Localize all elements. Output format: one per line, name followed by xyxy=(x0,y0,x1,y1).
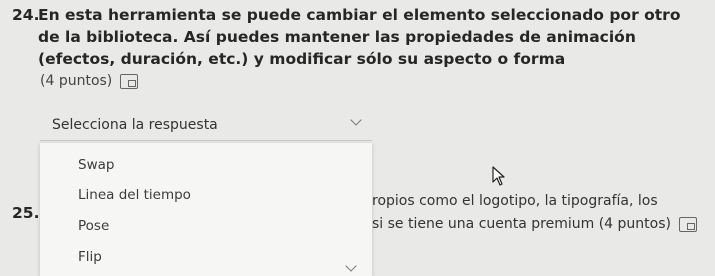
question-25-text-line1: ropios como el logotipo, la tipografía, … xyxy=(372,193,658,209)
question-text: En esta herramienta se puede cambiar el … xyxy=(38,6,681,68)
question-24-points: (4 puntos) xyxy=(40,73,139,89)
option-linea-del-tiempo[interactable]: Linea del tiempo xyxy=(78,187,191,203)
option-swap[interactable]: Swap xyxy=(78,157,114,173)
mouse-pointer-icon xyxy=(492,166,505,186)
chevron-down-icon[interactable] xyxy=(350,114,362,126)
option-flip[interactable]: Flip xyxy=(78,249,102,265)
question-25-text-line2-label: si se tiene una cuenta premium (4 puntos… xyxy=(372,216,671,232)
question-25-number: 25. xyxy=(12,204,40,222)
immersive-reader-icon[interactable] xyxy=(678,216,697,232)
option-pose[interactable]: Pose xyxy=(78,218,109,234)
immersive-reader-icon[interactable] xyxy=(120,73,139,89)
question-number: 24. xyxy=(12,6,40,24)
answer-select[interactable]: Selecciona la respuesta xyxy=(40,110,372,141)
points-label: (4 puntos) xyxy=(40,73,113,89)
question-25-text-line2: si se tiene una cuenta premium (4 puntos… xyxy=(372,216,697,232)
question-24: 24. En esta herramienta se puede cambiar… xyxy=(12,4,702,70)
answer-options-list: Swap Linea del tiempo Pose Flip xyxy=(40,143,372,276)
select-placeholder: Selecciona la respuesta xyxy=(52,117,218,133)
